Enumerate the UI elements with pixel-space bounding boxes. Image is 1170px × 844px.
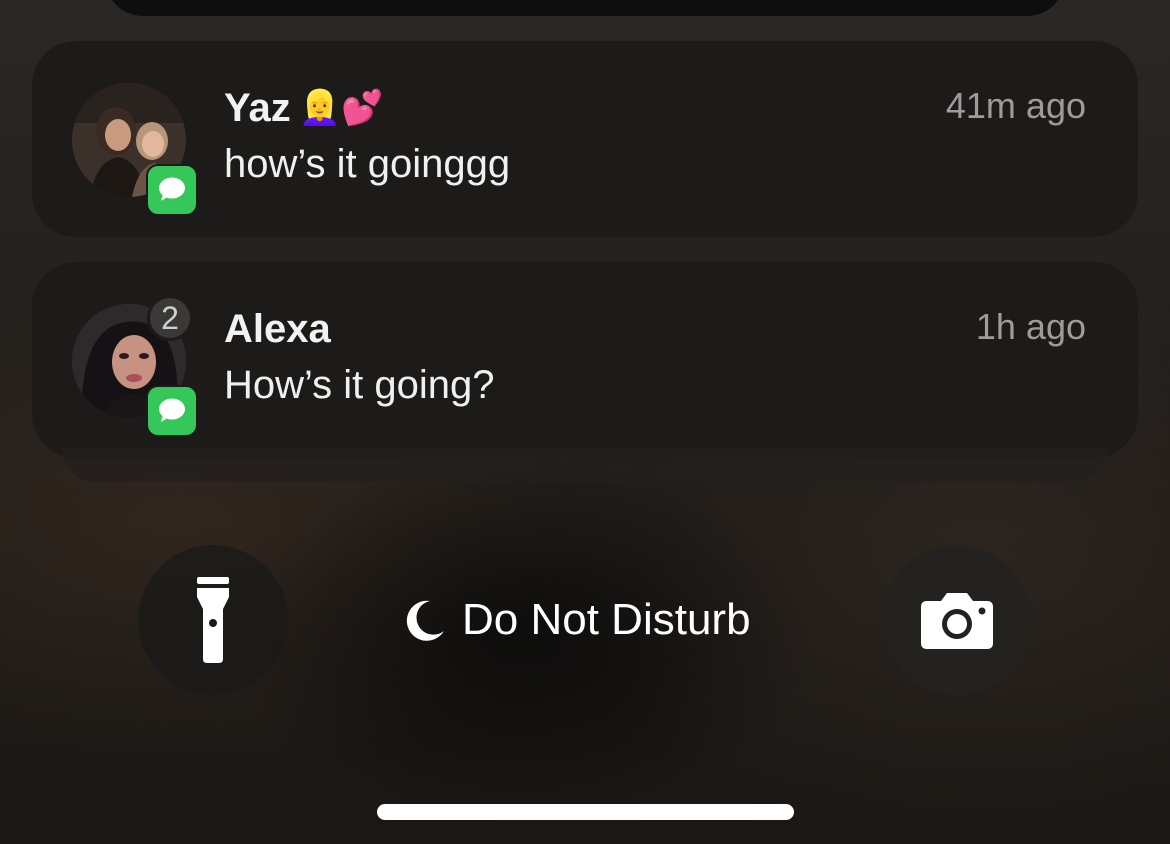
sender-name-text: Yaz bbox=[224, 86, 291, 130]
messages-app-badge bbox=[146, 164, 198, 216]
home-indicator[interactable] bbox=[377, 804, 794, 820]
lock-screen: Yaz👱‍♀️💕 how’s it goinggg 41m ago 2 Al bbox=[0, 0, 1170, 844]
messages-icon bbox=[159, 398, 185, 422]
sender-name: Alexa bbox=[224, 307, 331, 351]
stacked-notifications-edge[interactable] bbox=[62, 448, 1108, 482]
moon-icon bbox=[400, 597, 446, 643]
camera-button[interactable] bbox=[882, 545, 1032, 695]
messages-icon bbox=[159, 177, 185, 201]
sender-emoji: 👱‍♀️💕 bbox=[298, 89, 384, 127]
notification-alexa[interactable]: 2 Alexa How’s it going? 1h ago bbox=[32, 262, 1138, 458]
focus-mode-indicator[interactable]: Do Not Disturb bbox=[400, 588, 751, 652]
notification-yaz[interactable]: Yaz 👱‍♀️💕 how’s it goinggg 41m ago bbox=[32, 41, 1138, 237]
messages-app-badge bbox=[146, 385, 198, 437]
flashlight-icon bbox=[197, 577, 229, 663]
timestamp: 41m ago bbox=[945, 85, 1086, 126]
message-preview: How’s it going? bbox=[224, 363, 495, 407]
timestamp: 1h ago bbox=[975, 306, 1086, 347]
message-preview: how’s it goinggg bbox=[224, 142, 511, 186]
notification-count-badge: 2 bbox=[147, 295, 193, 341]
focus-mode-label: Do Not Disturb bbox=[462, 595, 751, 644]
sender-name: Yaz 👱‍♀️💕 bbox=[224, 83, 383, 133]
camera-icon bbox=[921, 593, 993, 649]
previous-notification-card[interactable] bbox=[105, 0, 1065, 16]
flashlight-button[interactable] bbox=[138, 545, 288, 695]
